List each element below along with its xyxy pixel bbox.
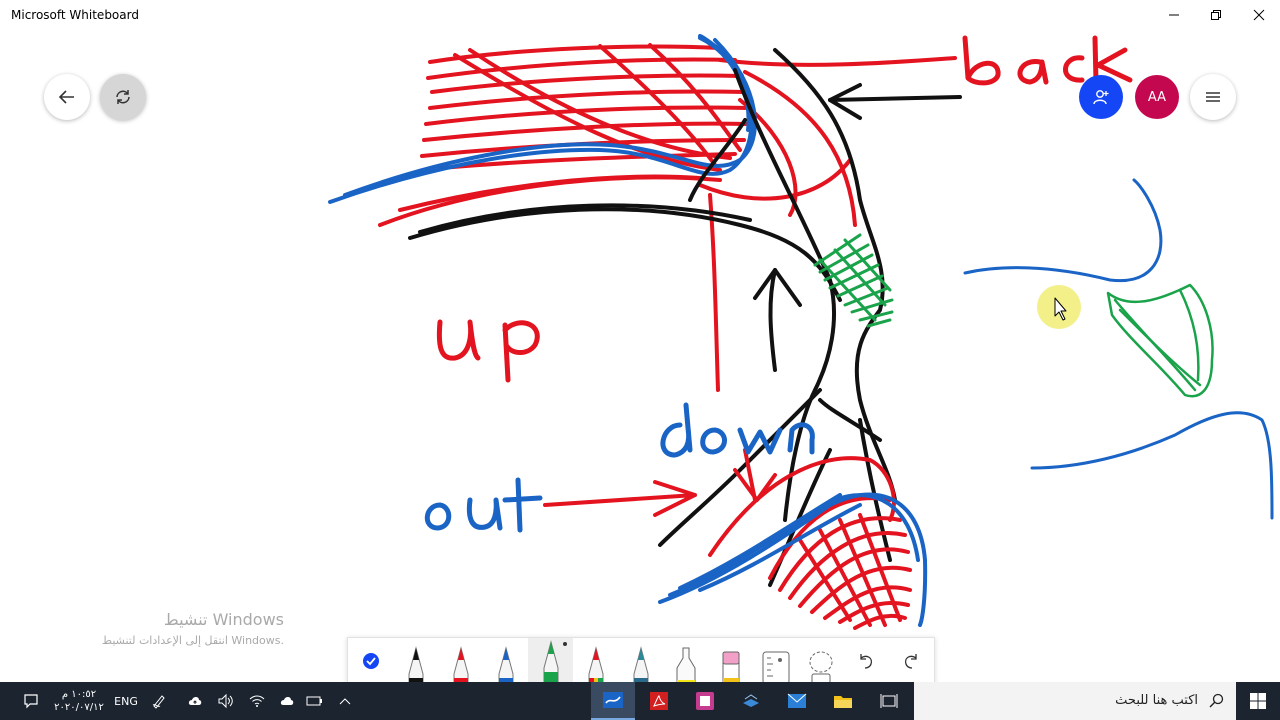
search-icon — [1209, 693, 1224, 708]
onedrive-button[interactable] — [274, 682, 300, 720]
taskbar-file-explorer[interactable] — [821, 682, 865, 720]
close-button[interactable] — [1236, 0, 1280, 30]
taskbar-whiteboard-app[interactable] — [591, 682, 635, 720]
back-button[interactable] — [44, 74, 90, 120]
close-icon — [1253, 9, 1265, 21]
taskbar-mail-app[interactable] — [775, 682, 819, 720]
ink-toolbar — [347, 637, 935, 685]
taskbar-folder-app[interactable] — [729, 682, 773, 720]
action-center-button[interactable] — [16, 682, 46, 720]
title-bar: Microsoft Whiteboard — [0, 0, 1280, 30]
clock-time: ١٠:٥٢ م — [61, 689, 97, 700]
highlighter-icon — [676, 647, 695, 684]
settings-menu-button[interactable] — [1190, 74, 1236, 120]
lasso-icon — [809, 651, 832, 684]
pen-workspace-button[interactable] — [146, 682, 172, 720]
redo-icon — [904, 654, 917, 669]
galaxy-pen-tool[interactable] — [618, 638, 663, 684]
taskbar-teams-app[interactable] — [683, 682, 727, 720]
rainbow-pen-tool[interactable] — [573, 638, 618, 684]
onedrive-sync-button[interactable] — [182, 682, 208, 720]
eraser-icon — [722, 651, 739, 684]
restore-icon — [1211, 10, 1221, 20]
battery-button[interactable] — [302, 682, 328, 720]
battery-icon — [306, 696, 322, 706]
green-pen-tool[interactable] — [528, 638, 573, 684]
black-pen-icon — [408, 646, 423, 684]
invite-button[interactable] — [1079, 75, 1123, 119]
restore-button[interactable] — [1193, 0, 1239, 30]
minimize-button[interactable] — [1151, 0, 1197, 30]
minimize-icon — [1169, 14, 1179, 16]
network-button[interactable] — [244, 682, 270, 720]
rainbow-pen-icon — [588, 646, 603, 684]
lower-blue-stroke — [658, 492, 928, 627]
stack-app-icon — [743, 694, 759, 707]
blue-pen-icon — [498, 646, 513, 684]
galaxy-pen-icon — [633, 646, 648, 684]
selected-dot — [563, 642, 567, 646]
mail-app-icon — [787, 693, 807, 708]
highlighter-tool[interactable] — [663, 638, 708, 684]
windows-logo-icon — [1250, 693, 1266, 709]
word-out — [424, 477, 543, 533]
red-pen-tool[interactable] — [438, 638, 483, 684]
undo-button[interactable] — [843, 638, 888, 684]
right-blue-sketch — [963, 178, 1274, 520]
out-arrow — [543, 480, 697, 517]
taskbar-acrobat-app[interactable] — [637, 682, 681, 720]
volume-icon — [218, 693, 233, 709]
folder-icon — [834, 696, 852, 708]
ink-drawing — [328, 34, 1274, 630]
search-placeholder: اكتب هنا للبحث — [1115, 693, 1198, 708]
checkmark-circle-icon — [362, 653, 379, 669]
wifi-icon — [249, 695, 265, 707]
task-view-button[interactable] — [867, 682, 911, 720]
arrow-left-icon — [58, 90, 74, 104]
sync-icon — [116, 90, 130, 104]
chevron-up-icon — [339, 698, 351, 705]
start-button[interactable] — [1236, 682, 1280, 720]
sync-button[interactable] — [100, 74, 146, 120]
blue-pen-tool[interactable] — [483, 638, 528, 684]
redo-button[interactable] — [888, 638, 933, 684]
ruler-icon — [762, 651, 789, 684]
pen-icon — [152, 695, 165, 709]
pdf-app-icon — [650, 692, 668, 710]
notification-icon — [24, 694, 38, 709]
right-green-sketch — [1106, 283, 1214, 398]
whiteboard-canvas[interactable]: AA تنشيط Windows انتقل إلى الإعدادات لتن… — [0, 30, 1280, 682]
whiteboard-app-icon — [603, 692, 623, 708]
word-up — [436, 319, 540, 383]
upper-red-scribble — [378, 43, 957, 392]
word-down — [660, 402, 815, 458]
eraser-tool[interactable] — [708, 638, 753, 684]
user-avatar[interactable]: AA — [1135, 75, 1179, 119]
select-tool[interactable] — [348, 638, 393, 684]
activation-title: تنشيط Windows — [163, 610, 284, 629]
red-pen-icon — [453, 646, 468, 684]
cloud-icon — [280, 697, 294, 705]
clock-date: ٢٠٢٠/٠٧/١٢ — [54, 702, 104, 713]
show-hidden-icons-button[interactable] — [332, 682, 358, 720]
clock[interactable]: ١٠:٥٢ م ٢٠٢٠/٠٧/١٢ — [48, 682, 110, 720]
teams-app-icon — [696, 692, 714, 710]
undo-icon — [859, 654, 872, 669]
activation-subtitle: انتقل إلى الإعدادات لتنشيط Windows. — [101, 634, 284, 647]
black-pen-tool[interactable] — [393, 638, 438, 684]
avatar-initials: AA — [1147, 89, 1167, 105]
lower-red-scribble — [708, 448, 912, 630]
ruler-tool[interactable] — [753, 638, 798, 684]
language-indicator[interactable]: ENG — [112, 682, 140, 720]
cloud-upload-icon — [188, 697, 202, 705]
lasso-tool[interactable] — [798, 638, 843, 684]
task-view-icon — [880, 694, 898, 708]
hamburger-menu-icon — [1206, 92, 1220, 102]
app-title: Microsoft Whiteboard — [11, 8, 139, 22]
green-pen-icon — [543, 640, 558, 684]
taskbar-search-box[interactable]: اكتب هنا للبحث — [914, 682, 1236, 720]
add-person-icon — [1093, 90, 1109, 105]
volume-button[interactable] — [212, 682, 238, 720]
